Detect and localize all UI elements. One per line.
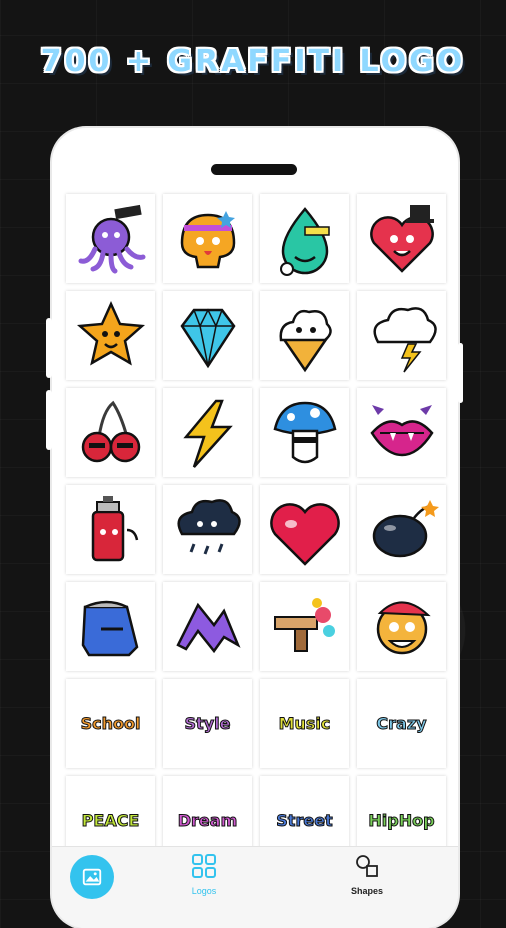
spray-can-logo[interactable]	[66, 485, 155, 574]
grid-icon	[192, 854, 216, 878]
crazy-word-logo[interactable]: Crazy	[357, 679, 446, 768]
image-icon	[82, 868, 102, 886]
red-heart-logo[interactable]	[260, 485, 349, 574]
cherries-icon	[81, 400, 140, 462]
tab-shapes[interactable]: Shapes	[337, 853, 397, 896]
star-icon	[76, 300, 145, 366]
phone-speaker	[211, 164, 297, 175]
purple-arrow-icon	[175, 602, 241, 653]
phone-side-button	[46, 318, 52, 378]
style-word-logo-text: Style	[184, 714, 231, 734]
paint-gun-icon	[273, 597, 335, 652]
logo-grid: School Style Music Crazy PEACE Dream Street Hip…	[66, 194, 446, 865]
gallery-button[interactable]	[70, 855, 114, 899]
music-word-logo-text: Music	[278, 714, 331, 734]
orange-blob-logo[interactable]	[163, 194, 252, 283]
tab-shapes-label: Shapes	[350, 886, 383, 896]
star-logo[interactable]	[66, 291, 155, 380]
bomb-logo[interactable]	[357, 485, 446, 574]
orange-blob-icon	[180, 210, 235, 268]
heart-hat-logo[interactable]	[357, 194, 446, 283]
school-word-logo[interactable]: School	[66, 679, 155, 768]
tab-logos-label: Logos	[191, 886, 217, 896]
music-word-logo[interactable]: Music	[260, 679, 349, 768]
cloud-lightning-icon	[372, 306, 437, 372]
phone-side-button	[46, 390, 52, 450]
mushroom-icon	[273, 401, 336, 463]
diamond-logo[interactable]	[163, 291, 252, 380]
street-word-logo-text: Street	[276, 811, 333, 831]
bomb-icon	[372, 499, 439, 557]
dream-dance-word-logo-text: Dream	[177, 811, 238, 831]
water-drop-icon	[279, 206, 330, 276]
purple-arrow-logo[interactable]	[163, 582, 252, 671]
ice-cream-logo[interactable]	[260, 291, 349, 380]
diamond-icon	[179, 307, 236, 368]
blue-spray-cap-logo[interactable]	[66, 582, 155, 671]
crazy-word-logo-text: Crazy	[376, 714, 427, 734]
lightning-logo[interactable]	[163, 388, 252, 477]
peace-word-logo-text: PEACE	[81, 811, 140, 831]
bottom-nav: Logos Shapes	[52, 846, 458, 928]
blue-spray-cap-icon	[81, 600, 138, 656]
school-word-logo-text: School	[80, 714, 141, 734]
style-word-logo[interactable]: Style	[163, 679, 252, 768]
lightning-icon	[182, 399, 233, 468]
mushroom-logo[interactable]	[260, 388, 349, 477]
water-drop-logo[interactable]	[260, 194, 349, 283]
cloud-lightning-logo[interactable]	[357, 291, 446, 380]
paint-gun-logo[interactable]	[260, 582, 349, 671]
phone-frame: School Style Music Crazy PEACE Dream Street Hip…	[52, 128, 458, 928]
monkey-logo[interactable]	[357, 582, 446, 671]
red-heart-icon	[269, 502, 340, 566]
ice-cream-icon	[279, 309, 332, 372]
spray-can-icon	[91, 495, 138, 561]
monkey-icon	[376, 601, 431, 654]
rain-cloud-icon	[176, 498, 241, 555]
phone-side-button	[458, 343, 463, 403]
heart-hat-icon	[369, 204, 434, 273]
hiphop-word-logo-text: HipHop	[368, 811, 435, 831]
cherries-logo[interactable]	[66, 388, 155, 477]
headline: 700 + GRAFFITI LOGO	[40, 44, 466, 79]
shapes-icon	[356, 855, 378, 877]
rain-cloud-logo[interactable]	[163, 485, 252, 574]
tab-logos[interactable]: Logos	[174, 853, 234, 896]
octopus-icon	[78, 204, 145, 273]
vampire-lips-icon	[369, 404, 434, 456]
octopus-logo[interactable]	[66, 194, 155, 283]
vampire-lips-logo[interactable]	[357, 388, 446, 477]
